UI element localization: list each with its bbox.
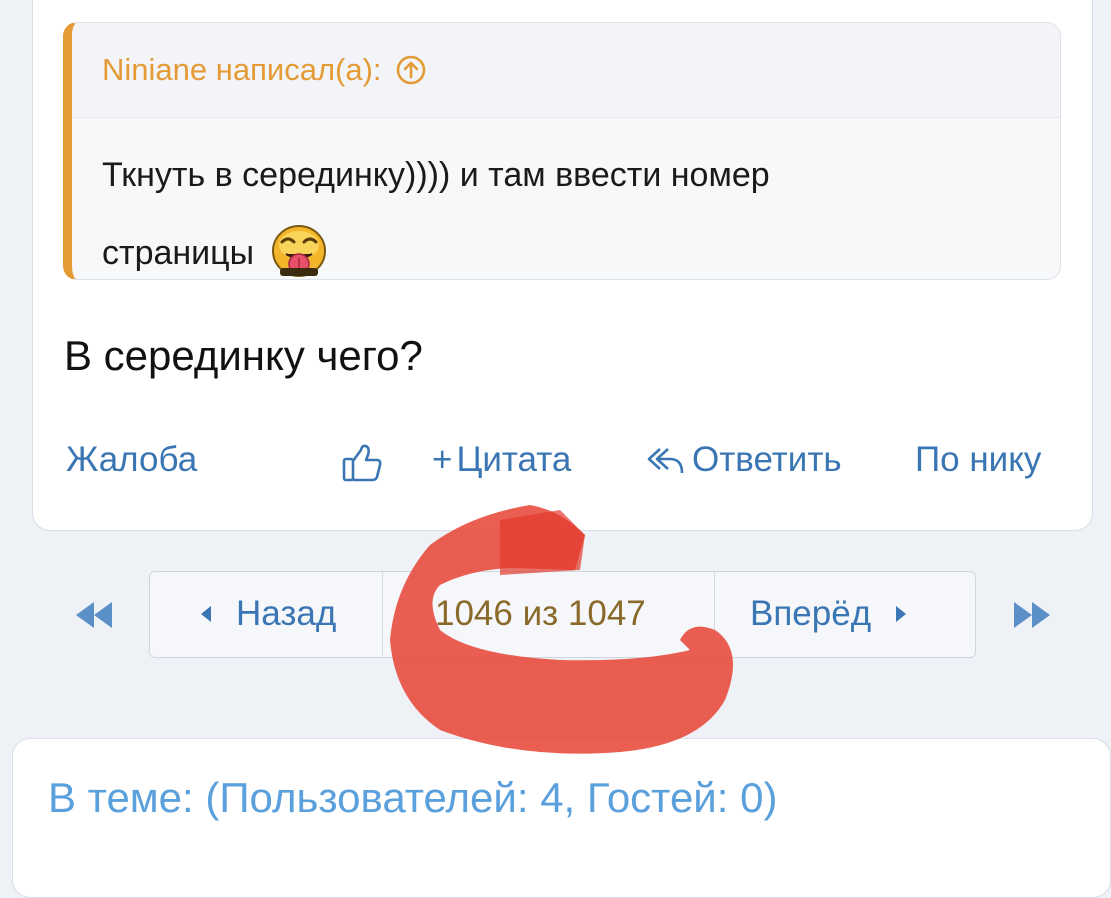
pagination: Назад 1046 из 1047 Вперёд: [149, 571, 976, 658]
pager-divider: [714, 572, 715, 657]
prev-page-button[interactable]: Назад: [200, 594, 336, 634]
online-users-title: В теме: (Пользователей: 4, Гостей: 0): [48, 774, 778, 821]
pager-divider: [382, 572, 383, 657]
quote-button[interactable]: + Цитата: [432, 440, 571, 480]
arrow-up-circle-icon[interactable]: [396, 55, 426, 85]
reply-arrow-icon: [646, 443, 686, 477]
reply-button-label: Ответить: [692, 440, 842, 479]
quote-text-line-2: страницы: [102, 214, 1030, 279]
first-page-icon[interactable]: [72, 598, 116, 632]
by-nick-link[interactable]: По нику: [915, 440, 1041, 480]
thumbs-up-icon[interactable]: [342, 442, 384, 484]
next-page-button[interactable]: Вперёд: [750, 594, 907, 634]
prev-page-label: Назад: [236, 594, 337, 633]
next-page-label: Вперёд: [750, 594, 872, 633]
report-link[interactable]: Жалоба: [66, 440, 197, 480]
caret-left-icon: [200, 605, 212, 623]
quote-text: Ткнуть в серединку)))) и там ввести номе…: [72, 118, 1060, 279]
caret-right-icon: [895, 605, 907, 623]
quote-author: Niniane написал(а):: [102, 52, 382, 87]
plus-icon: +: [432, 440, 453, 479]
quote-button-label: Цитата: [456, 440, 572, 479]
post-actions: Жалоба + Цитата Ответить По нику: [0, 440, 1111, 490]
quote-text-line-1: Ткнуть в серединку)))) и там ввести номе…: [102, 156, 770, 194]
page-indicator[interactable]: 1046 из 1047: [435, 594, 646, 634]
quote-block: Niniane написал(а): Ткнуть в серединку))…: [63, 22, 1061, 280]
post-message: В серединку чего?: [64, 332, 423, 379]
tongue-out-emoji-icon: [268, 218, 330, 279]
quote-text-line-2-text: страницы: [102, 234, 255, 272]
last-page-icon[interactable]: [1010, 598, 1054, 632]
quote-header: Niniane написал(а):: [72, 23, 1060, 118]
online-users-card: В теме: (Пользователей: 4, Гостей: 0): [12, 738, 1111, 898]
reply-button[interactable]: Ответить: [646, 440, 842, 480]
